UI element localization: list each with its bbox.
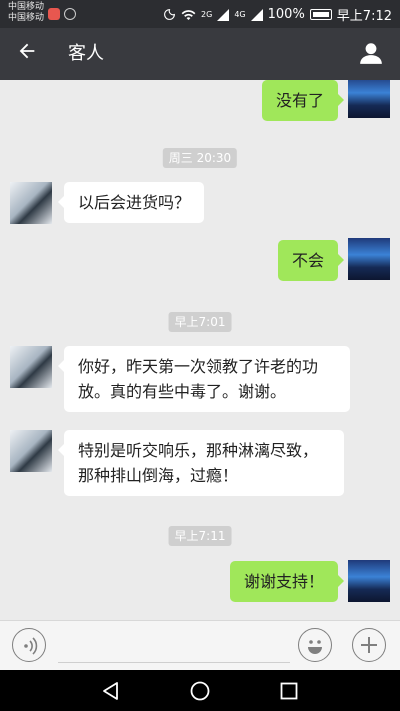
my-avatar[interactable] <box>348 80 390 118</box>
emoji-icon <box>308 640 322 654</box>
wifi-icon <box>181 9 196 20</box>
moon-icon <box>164 9 175 20</box>
emoji-button[interactable] <box>298 628 332 662</box>
network-type-2: 4G <box>234 10 246 19</box>
message-input[interactable] <box>58 631 290 663</box>
signal-icon-1 <box>217 8 230 21</box>
profile-button[interactable] <box>358 40 386 68</box>
voice-icon <box>24 637 38 655</box>
chat-area[interactable]: 没有了 周三 20:30 以后会进货吗？ 不会 早上7:01 你好，昨天第一次领… <box>0 80 400 620</box>
status-time: 早上7:12 <box>336 9 392 24</box>
voice-button[interactable] <box>12 628 46 662</box>
my-avatar[interactable] <box>348 560 390 602</box>
back-arrow-icon <box>19 43 35 59</box>
contact-avatar[interactable] <box>10 346 52 388</box>
carrier-info: 中国移动 中国移动 <box>8 2 44 24</box>
profile-icon <box>360 43 382 64</box>
received-message[interactable]: 特别是听交响乐，那种淋漓尽致，那种排山倒海，过瘾！ <box>58 430 344 496</box>
carrier-1: 中国移动 <box>8 2 45 12</box>
home-circle-icon[interactable] <box>189 680 211 702</box>
received-message[interactable]: 你好，昨天第一次领教了许老的功放。真的有些中毒了。谢谢。 <box>58 346 350 412</box>
battery-icon <box>309 9 332 20</box>
system-nav-bar <box>0 670 400 711</box>
my-avatar[interactable] <box>348 238 390 280</box>
status-bar: 中国移动 中国移动 2G 4G 100% 早上7:12 <box>0 0 400 28</box>
timestamp: 早上7:01 <box>168 312 232 332</box>
timestamp: 早上7:11 <box>168 526 232 546</box>
contact-avatar[interactable] <box>10 430 52 472</box>
carrier-2: 中国移动 <box>8 13 45 23</box>
contact-avatar[interactable] <box>10 182 52 224</box>
status-right: 2G 4G 100% 早上7:12 <box>163 5 392 24</box>
plus-icon <box>361 637 377 653</box>
nav-bar: 客人 <box>0 28 400 80</box>
sent-message[interactable]: 不会 <box>277 240 345 281</box>
network-type-1: 2G <box>201 10 213 19</box>
notification-app-icon <box>48 8 60 20</box>
timestamp: 周三 20:30 <box>162 148 238 168</box>
received-message[interactable]: 以后会进货吗？ <box>57 182 205 223</box>
sent-message[interactable]: 谢谢支持！ <box>229 561 345 602</box>
sync-icon <box>64 8 76 20</box>
more-button[interactable] <box>352 628 386 662</box>
back-triangle-icon[interactable] <box>100 680 122 702</box>
battery-percent: 100% <box>267 7 305 22</box>
back-button[interactable] <box>12 40 42 68</box>
input-bar <box>0 620 400 670</box>
recent-square-icon[interactable] <box>278 680 300 702</box>
signal-icon-2 <box>250 8 263 21</box>
sent-message[interactable]: 没有了 <box>261 80 345 121</box>
chat-title: 客人 <box>68 43 104 64</box>
